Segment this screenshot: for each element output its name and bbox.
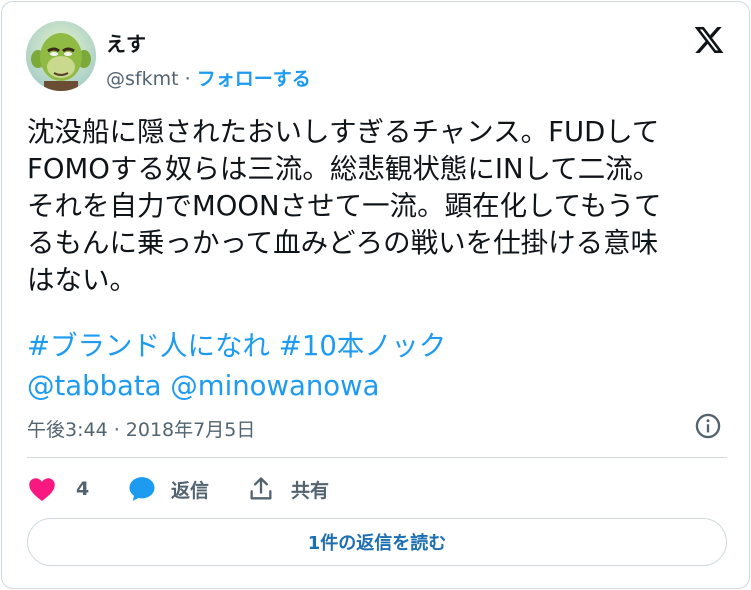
author-handle-row: @sfkmt · フォローする <box>106 64 311 91</box>
read-replies-button[interactable]: 1件の返信を読む <box>27 518 727 566</box>
reply-button[interactable]: 返信 <box>127 472 209 506</box>
avatar[interactable] <box>26 21 96 91</box>
follow-button[interactable]: フォローする <box>197 68 311 90</box>
x-logo-icon[interactable] <box>692 24 726 56</box>
tweet-text: 沈没船に隠されたおいしすぎるチャンス。FUDして FOMOする奴らは三流。総悲観… <box>27 116 662 296</box>
info-icon[interactable] <box>694 412 722 440</box>
like-count: 4 <box>76 478 90 500</box>
avatar-image <box>26 21 96 91</box>
mention-link[interactable]: @tabbata <box>27 370 162 402</box>
divider <box>27 457 727 458</box>
share-label: 共有 <box>291 479 330 502</box>
reply-label: 返信 <box>171 479 210 502</box>
tweet-card: えす @sfkmt · フォローする 沈没船に隠されたおいしすぎるチャンス。FU… <box>1 1 750 589</box>
mention-link[interactable]: @minowanowa <box>170 370 379 402</box>
author-handle[interactable]: @sfkmt <box>106 68 179 90</box>
hashtags-row: #ブランド人になれ #10本ノック <box>27 328 446 365</box>
tweet-timestamp[interactable]: 午後3:44 · 2018年7月5日 <box>27 415 255 442</box>
share-button[interactable]: 共有 <box>247 472 329 506</box>
chat-bubble-icon <box>129 477 155 501</box>
hashtag-link[interactable]: #ブランド人になれ <box>27 330 270 362</box>
heart-icon <box>29 478 55 501</box>
mentions-row: @tabbata @minowanowa <box>27 368 379 405</box>
hashtag-link[interactable]: #10本ノック <box>279 330 446 362</box>
handle-separator: · <box>184 68 191 90</box>
like-button[interactable]: 4 <box>27 472 89 506</box>
share-upload-icon <box>250 477 272 500</box>
author-name[interactable]: えす <box>106 28 146 57</box>
